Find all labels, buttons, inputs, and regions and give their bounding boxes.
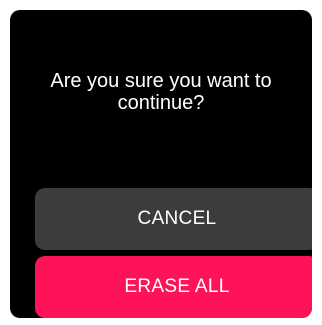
cancel-button-label: CANCEL (137, 208, 217, 229)
erase-all-button[interactable]: ERASE ALL (35, 256, 312, 318)
confirm-dialog: Are you sure you want to continue? CANCE… (10, 10, 312, 318)
cancel-button[interactable]: CANCEL (35, 188, 312, 250)
erase-all-button-label: ERASE ALL (124, 276, 230, 297)
confirmation-message: Are you sure you want to continue? (50, 70, 272, 114)
